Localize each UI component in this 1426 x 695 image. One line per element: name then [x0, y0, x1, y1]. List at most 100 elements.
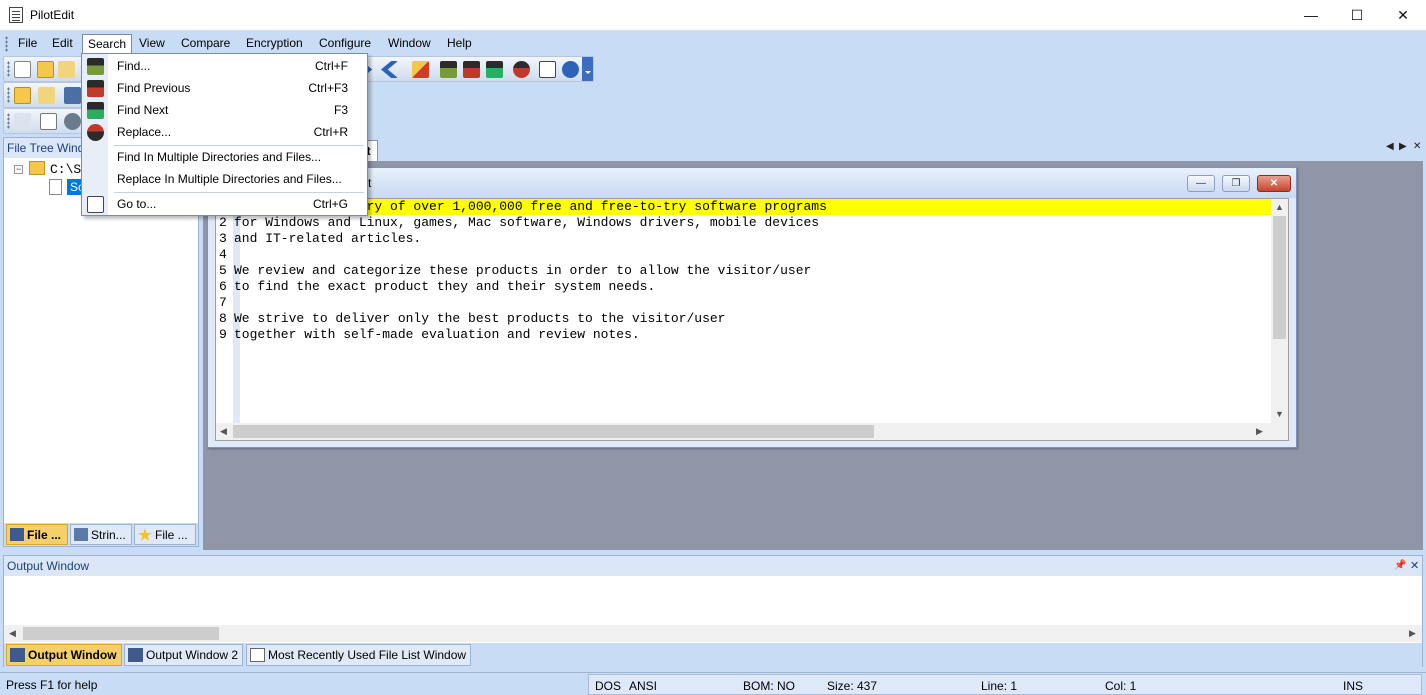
menu-item-goto[interactable]: Go to... Ctrl+G — [83, 193, 366, 215]
menu-window[interactable]: Window — [383, 34, 436, 54]
editor-line[interactable]: 6 to find the exact product they and thei… — [216, 279, 1272, 295]
menu-view[interactable]: View — [134, 34, 170, 54]
line-text[interactable]: for Windows and Linux, games, Mac softwa… — [234, 215, 819, 231]
scroll-up-arrow[interactable]: ▲ — [1275, 202, 1284, 212]
document-settings-icon[interactable] — [40, 113, 57, 130]
tab-mru-file-list[interactable]: Most Recently Used File List Window — [246, 644, 472, 666]
toolbar-options-dropdown[interactable] — [582, 57, 593, 81]
output-scroll-right-arrow[interactable]: ▶ — [1409, 628, 1416, 639]
open-folder-icon[interactable] — [37, 61, 54, 78]
status-help-text: Press F1 for help — [6, 678, 98, 692]
menu-compare[interactable]: Compare — [176, 34, 235, 54]
tab-file-tree-label: File ... — [27, 528, 62, 542]
open-project-icon[interactable] — [14, 87, 31, 104]
editor-line[interactable]: 3 and IT-related articles. — [216, 231, 1272, 247]
tertiary-toolbar — [3, 108, 83, 134]
menu-edit[interactable]: Edit — [47, 34, 78, 54]
previous-bookmark-icon[interactable] — [381, 61, 398, 78]
document-minimize-button[interactable]: — — [1187, 175, 1215, 192]
toolbar-replace-icon[interactable] — [513, 61, 530, 78]
minimize-button[interactable]: — — [1288, 0, 1334, 30]
tree-root-node[interactable]: C:\S — [50, 162, 81, 177]
tab-string[interactable]: Strin... — [70, 524, 132, 545]
vertical-scroll-thumb[interactable] — [1273, 216, 1286, 339]
menu-item-replace[interactable]: Replace... Ctrl+R — [83, 121, 366, 143]
editor-line[interactable]: 4 — [216, 247, 1272, 263]
abc-tools-icon[interactable] — [14, 113, 31, 130]
menubar-grip[interactable] — [5, 36, 8, 52]
menu-item-find-previous-label: Find Previous — [117, 81, 191, 95]
menu-encryption[interactable]: Encryption — [241, 34, 308, 54]
tab-file-tree[interactable]: File ... — [6, 524, 68, 545]
tab-favorite-files[interactable]: File ... — [134, 524, 196, 545]
output-close-icon[interactable]: ✕ — [1410, 556, 1419, 576]
help-icon[interactable] — [562, 61, 579, 78]
pin-icon[interactable]: 📌 — [1394, 556, 1406, 576]
menu-search[interactable]: Search — [82, 34, 133, 54]
toolbar-goto-icon[interactable] — [539, 61, 556, 78]
open-recent-icon[interactable] — [58, 61, 75, 78]
output-scroll-thumb[interactable] — [23, 627, 219, 640]
line-text[interactable]: together with self-made evaluation and r… — [234, 327, 640, 343]
editor-line[interactable]: 5 We review and categorize these products… — [216, 263, 1272, 279]
line-text[interactable]: and IT-related articles. — [234, 231, 421, 247]
menu-item-replace-in-multiple-label: Replace In Multiple Directories and File… — [117, 172, 342, 186]
menu-item-find-previous-shortcut: Ctrl+F3 — [308, 81, 348, 95]
text-editor[interactable]: 1 brary of over 1,000,000 free and free-… — [215, 198, 1289, 441]
menu-item-replace-shortcut: Ctrl+R — [313, 125, 348, 139]
editor-line[interactable]: 9 together with self-made evaluation and … — [216, 327, 1272, 343]
close-button[interactable]: ✕ — [1380, 0, 1426, 30]
status-line-ending[interactable]: DOS — [595, 679, 621, 693]
menu-help[interactable]: Help — [442, 34, 477, 54]
file-tree-tab-icon — [10, 528, 24, 541]
line-text[interactable]: We review and categorize these products … — [234, 263, 811, 279]
line-number: 2 — [219, 215, 227, 230]
menu-configure[interactable]: Configure — [314, 34, 376, 54]
scroll-right-arrow[interactable]: ▶ — [1256, 426, 1263, 437]
find-previous-icon — [87, 80, 104, 97]
new-file-icon[interactable] — [14, 61, 31, 78]
toolbar-find-previous-icon[interactable] — [463, 61, 480, 78]
document-window: t — ❐ ✕ 1 brary of over 1,000,000 free a… — [207, 167, 1297, 448]
toolbar-grip-3[interactable] — [7, 113, 10, 129]
toolbar-find-next-icon[interactable] — [486, 61, 503, 78]
save-icon[interactable] — [64, 87, 81, 104]
toolbar-grip[interactable] — [7, 61, 10, 77]
tab-scroll-right-icon[interactable]: ▶ — [1399, 141, 1407, 152]
save-project-icon[interactable] — [38, 87, 55, 104]
menu-item-find-previous[interactable]: Find Previous Ctrl+F3 — [83, 77, 366, 99]
menu-item-find-in-multiple[interactable]: Find In Multiple Directories and Files..… — [83, 146, 366, 168]
document-restore-button[interactable]: ❐ — [1222, 175, 1250, 192]
output-scroll-left-arrow[interactable]: ◀ — [9, 628, 16, 639]
maximize-button[interactable]: ☐ — [1334, 0, 1380, 30]
editor-line[interactable]: 8 We strive to deliver only the best prod… — [216, 311, 1272, 327]
line-text[interactable]: We strive to deliver only the best produ… — [234, 311, 725, 327]
tab-output-window-2[interactable]: Output Window 2 — [124, 644, 244, 666]
editor-line[interactable]: 1 brary of over 1,000,000 free and free-… — [216, 199, 1272, 215]
menu-item-replace-in-multiple[interactable]: Replace In Multiple Directories and File… — [83, 168, 366, 190]
menu-item-find-next[interactable]: Find Next F3 — [83, 99, 366, 121]
scroll-down-arrow[interactable]: ▼ — [1275, 409, 1284, 419]
editor-line[interactable]: 7 — [216, 295, 1272, 311]
scroll-left-arrow[interactable]: ◀ — [220, 426, 227, 437]
menu-file[interactable]: File — [13, 34, 42, 54]
clear-bookmarks-icon[interactable] — [412, 61, 429, 78]
toolbar-find-icon[interactable] — [440, 61, 457, 78]
tab-scroll-left-icon[interactable]: ◀ — [1386, 141, 1394, 152]
line-text[interactable]: to find the exact product they and their… — [234, 279, 655, 295]
vertical-scrollbar[interactable]: ▲ ▼ — [1271, 199, 1288, 424]
editor-line[interactable]: 2 for Windows and Linux, games, Mac softw… — [216, 215, 1272, 231]
output-horizontal-scrollbar[interactable]: ◀ ▶ — [4, 625, 1422, 642]
toolbar-grip-2[interactable] — [7, 87, 10, 103]
menu-item-find[interactable]: Find... Ctrl+F — [83, 55, 366, 77]
tab-output-window[interactable]: Output Window — [6, 644, 122, 666]
tree-collapse-toggle[interactable]: − — [14, 165, 23, 174]
status-encoding[interactable]: ANSI — [629, 679, 657, 693]
document-close-button[interactable]: ✕ — [1257, 175, 1291, 192]
tab-close-icon[interactable]: ✕ — [1413, 141, 1421, 152]
settings-gear-icon[interactable] — [64, 113, 81, 130]
document-window-titlebar[interactable]: t — ❐ ✕ — [208, 168, 1296, 198]
status-insert-mode[interactable]: INS — [1343, 679, 1363, 693]
horizontal-scrollbar[interactable]: ◀ ▶ — [216, 423, 1288, 440]
horizontal-scroll-thumb[interactable] — [233, 425, 874, 438]
